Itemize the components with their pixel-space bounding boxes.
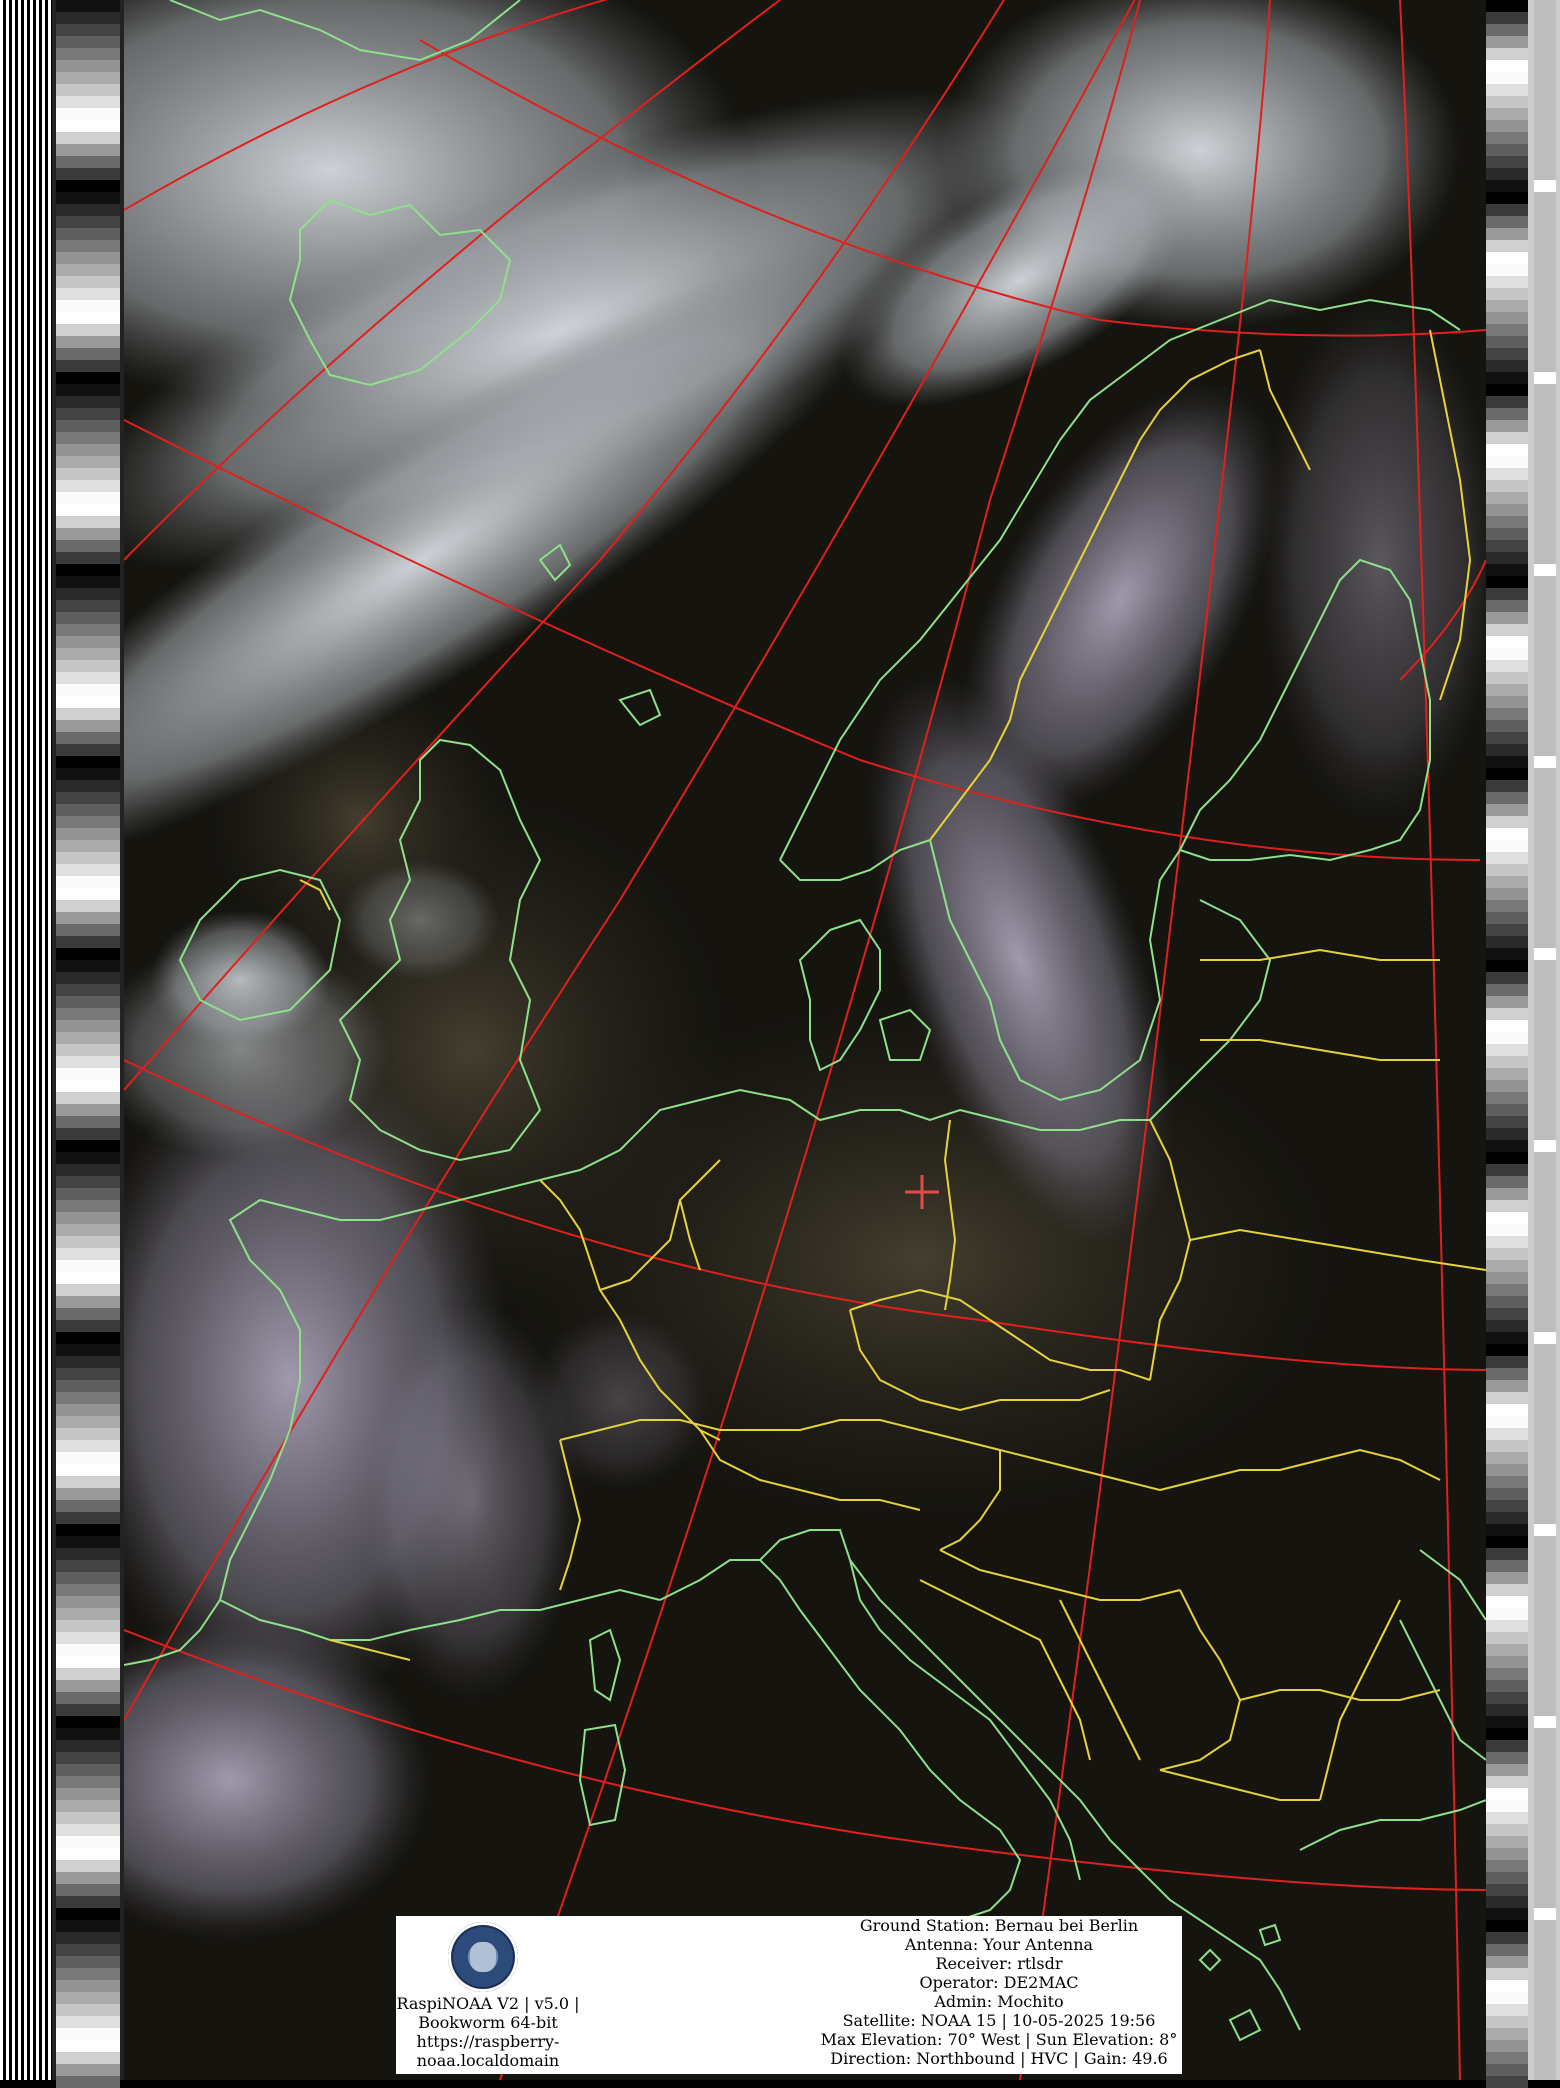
raspinoaa-logo-icon <box>448 1922 518 1992</box>
system-info: RaspiNOAA V2 | v5.0 | Bookworm 64-bit ht… <box>396 1994 580 2070</box>
url-line-1: https://raspberry- <box>416 2032 560 2051</box>
antenna: Antenna: Your Antenna <box>904 1935 1094 1954</box>
admin: Admin: Mochito <box>934 1992 1064 2011</box>
direction-info: Direction: Northbound | HVC | Gain: 49.6 <box>830 2049 1168 2068</box>
operator: Operator: DE2MAC <box>919 1973 1079 1992</box>
version-line: RaspiNOAA V2 | v5.0 | <box>396 1994 580 2013</box>
cloud-layer <box>124 0 1486 1940</box>
pass-details: Ground Station: Bernau bei Berlin Antenn… <box>816 1916 1182 2068</box>
satellite-image: RaspiNOAA V2 | v5.0 | Bookworm 64-bit ht… <box>0 0 1560 2088</box>
receiver: Receiver: rtlsdr <box>935 1954 1063 1973</box>
os-line: Bookworm 64-bit <box>418 2013 558 2032</box>
pass-info-panel: RaspiNOAA V2 | v5.0 | Bookworm 64-bit ht… <box>396 1916 1182 2074</box>
ground-station: Ground Station: Bernau bei Berlin <box>859 1916 1139 1935</box>
map-overlay <box>124 0 1486 2080</box>
url-line-2: noaa.localdomain <box>416 2051 560 2070</box>
satellite-info: Satellite: NOAA 15 | 10-05-2025 19:56 <box>842 2011 1156 2030</box>
elevation-info: Max Elevation: 70° West | Sun Elevation:… <box>820 2030 1178 2049</box>
logo-globe <box>470 1942 496 1972</box>
